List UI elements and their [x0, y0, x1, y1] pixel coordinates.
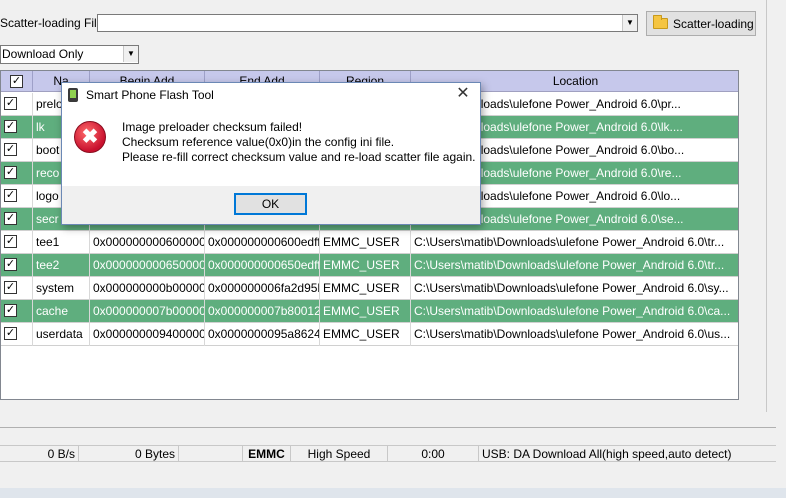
scatter-loading-button[interactable]: Scatter-loading [646, 11, 756, 36]
download-mode-select[interactable]: Download Only ▼ [0, 45, 139, 64]
dialog-titlebar: Smart Phone Flash Tool ✕ [62, 83, 480, 107]
taskbar-strip [0, 488, 786, 498]
divider [0, 427, 776, 428]
error-dialog: Smart Phone Flash Tool ✕ ✖ Image preload… [61, 82, 481, 225]
region-cell: EMMC_USER [320, 300, 411, 323]
partition-name-cell: cache [33, 300, 90, 323]
folder-icon [653, 15, 668, 29]
location-cell: C:\Users\matib\Downloads\ulefone Power_A… [411, 300, 738, 323]
status-usb: USB: DA Download All(high speed,auto det… [482, 447, 732, 461]
scatter-loading-row: Scatter-loading File ▼ Scatter-loading [0, 11, 786, 36]
dialog-footer: OK [62, 186, 480, 224]
row-checkbox[interactable]: ✓ [4, 327, 17, 340]
location-cell: C:\Users\matib\Downloads\ulefone Power_A… [411, 277, 738, 300]
table-row[interactable]: ✓ system 0x000000000b000000 0x000000006fa2d… [1, 277, 738, 300]
begin-address-cell: 0x0000000006500000 [90, 254, 205, 277]
location-cell: C:\Users\matib\Downloads\ulefone Power_A… [411, 231, 738, 254]
location-cell: C:\Users\matib\Downloads\ulefone Power_A… [411, 254, 738, 277]
row-checkbox-cell: ✓ [1, 231, 33, 254]
dialog-body: ✖ Image preloader checksum failed! Check… [62, 107, 480, 186]
dialog-message-line1: Image preloader checksum failed! [122, 120, 303, 134]
region-cell: EMMC_USER [320, 277, 411, 300]
row-checkbox[interactable]: ✓ [4, 143, 17, 156]
partition-name-cell: tee1 [33, 231, 90, 254]
begin-address-cell: 0x0000000006000000 [90, 231, 205, 254]
row-checkbox[interactable]: ✓ [4, 166, 17, 179]
end-address-cell: 0x000000000650edff [205, 254, 320, 277]
error-icon: ✖ [74, 121, 106, 153]
row-checkbox-cell: ✓ [1, 277, 33, 300]
status-bar: 0 B/s 0 Bytes EMMC High Speed 0:00 USB: … [0, 445, 776, 462]
region-cell: EMMC_USER [320, 231, 411, 254]
status-bytes: 0 Bytes [79, 446, 179, 462]
begin-address-cell: 0x000000000b000000 [90, 277, 205, 300]
table-row[interactable]: ✓ cache 0x000000007b000000 0x000000007b8001… [1, 300, 738, 323]
dialog-title: Smart Phone Flash Tool [86, 88, 214, 102]
dialog-message-line3: Please re-fill correct checksum value an… [122, 150, 476, 164]
table-row[interactable]: ✓ tee1 0x0000000006000000 0x000000000600edf… [1, 231, 738, 254]
row-checkbox-cell: ✓ [1, 185, 33, 208]
begin-address-cell: 0x000000007b000000 [90, 300, 205, 323]
row-checkbox[interactable]: ✓ [4, 97, 17, 110]
row-checkbox-cell: ✓ [1, 93, 33, 116]
phone-app-icon [68, 88, 78, 102]
end-address-cell: 0x000000006fa2d95b [205, 277, 320, 300]
close-icon[interactable]: ✕ [454, 85, 472, 103]
scatter-loading-label: Scatter-loading File [0, 16, 104, 30]
select-all-checkbox[interactable]: ✓ [10, 75, 23, 88]
row-checkbox[interactable]: ✓ [4, 120, 17, 133]
end-address-cell: 0x000000000600edff [205, 231, 320, 254]
table-row[interactable]: ✓ tee2 0x0000000006500000 0x000000000650edf… [1, 254, 738, 277]
partition-name-cell: system [33, 277, 90, 300]
location-cell: C:\Users\matib\Downloads\ulefone Power_A… [411, 323, 738, 346]
status-spacer [179, 446, 243, 462]
row-checkbox-cell: ✓ [1, 208, 33, 231]
row-checkbox-cell: ✓ [1, 323, 33, 346]
partition-name-cell: userdata [33, 323, 90, 346]
partition-name-cell: tee2 [33, 254, 90, 277]
scatter-file-combobox[interactable]: ▼ [97, 14, 638, 32]
end-address-cell: 0x0000000095a8624f [205, 323, 320, 346]
row-checkbox-cell: ✓ [1, 116, 33, 139]
row-checkbox[interactable]: ✓ [4, 189, 17, 202]
row-checkbox[interactable]: ✓ [4, 304, 17, 317]
row-checkbox-cell: ✓ [1, 300, 33, 323]
row-checkbox-cell: ✓ [1, 139, 33, 162]
table-row[interactable]: ✓ userdata 0x0000000094000000 0x0000000095a… [1, 323, 738, 346]
status-speed: 0 B/s [0, 446, 79, 462]
row-checkbox[interactable]: ✓ [4, 258, 17, 271]
scatter-loading-button-label: Scatter-loading [673, 16, 754, 31]
right-panel-edge [766, 0, 786, 412]
status-storage: EMMC [243, 446, 291, 462]
begin-address-cell: 0x0000000094000000 [90, 323, 205, 346]
chevron-down-icon[interactable]: ▼ [622, 15, 637, 31]
row-checkbox[interactable]: ✓ [4, 281, 17, 294]
row-checkbox[interactable]: ✓ [4, 235, 17, 248]
download-mode-value: Download Only [2, 47, 84, 61]
row-checkbox-cell: ✓ [1, 162, 33, 185]
status-mode: High Speed [291, 446, 388, 462]
row-checkbox-cell: ✓ [1, 254, 33, 277]
region-cell: EMMC_USER [320, 323, 411, 346]
status-time: 0:00 [388, 446, 479, 462]
header-select-all[interactable]: ✓ [1, 71, 33, 92]
end-address-cell: 0x000000007b80012f [205, 300, 320, 323]
region-cell: EMMC_USER [320, 254, 411, 277]
chevron-down-icon[interactable]: ▼ [123, 46, 138, 62]
dialog-message-line2: Checksum reference value(0x0)in the conf… [122, 135, 395, 149]
row-checkbox[interactable]: ✓ [4, 212, 17, 225]
ok-button[interactable]: OK [234, 193, 307, 215]
